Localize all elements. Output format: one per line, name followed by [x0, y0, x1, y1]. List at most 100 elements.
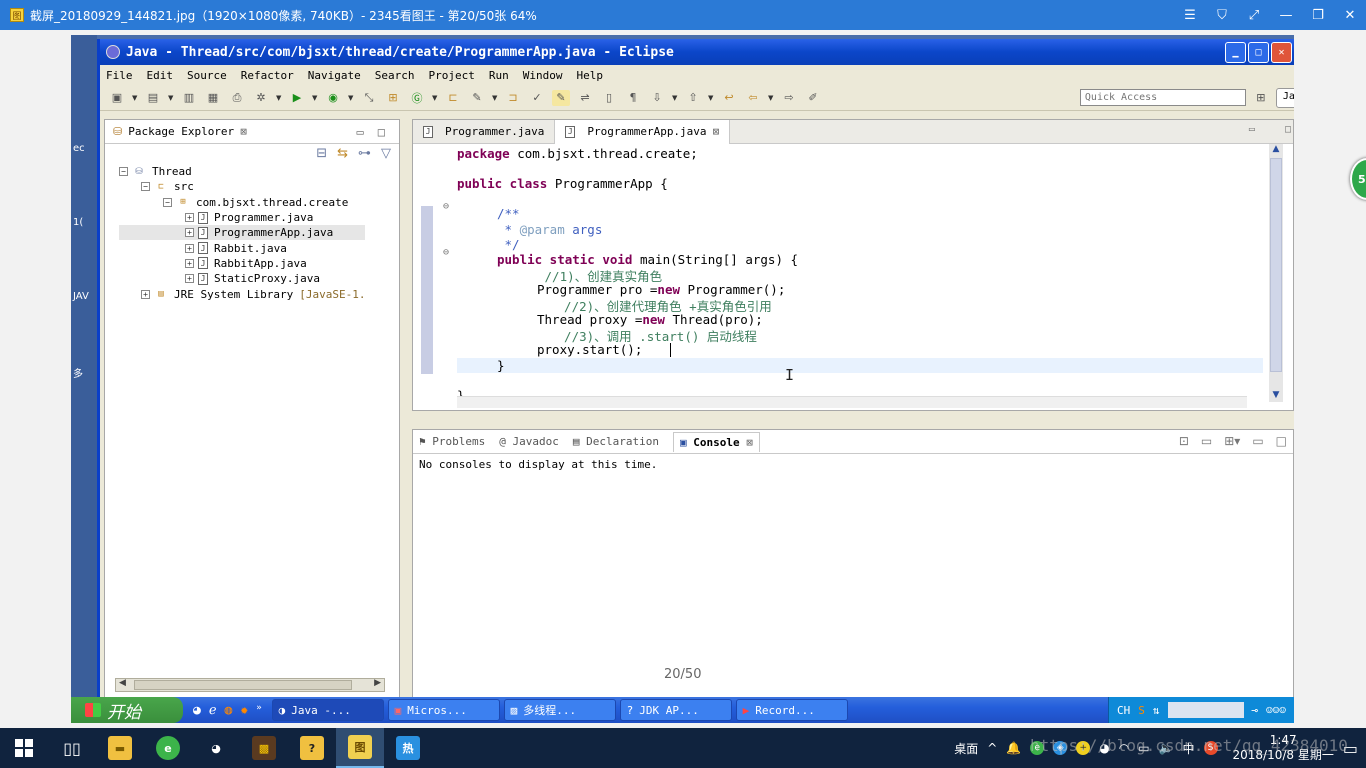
tab-programmer-java[interactable]: J Programmer.java [413, 120, 554, 144]
tray-apps-icon[interactable]: ☺☺☺ [1266, 704, 1286, 717]
notification-bell-icon[interactable]: 🔔 [1006, 741, 1021, 755]
show-whitespace-icon[interactable]: ¶ [624, 90, 642, 106]
desktop-toolbar[interactable]: 桌面 [954, 740, 978, 757]
tab-javadoc[interactable]: @ Javadoc [499, 435, 559, 448]
annotation-icon[interactable]: ✓ [528, 90, 546, 106]
ime-icon[interactable]: S [1138, 704, 1145, 717]
link-with-editor-icon[interactable]: ⇆ [337, 146, 348, 161]
menu-refactor[interactable]: Refactor [241, 69, 294, 82]
minimize-icon[interactable]: ▁ [1225, 41, 1246, 63]
maximize-icon[interactable]: □ [1248, 41, 1269, 63]
java-perspective-button[interactable]: Java [1275, 87, 1294, 108]
scroll-up-icon[interactable]: ▲ [1270, 144, 1282, 156]
menu-source[interactable]: Source [187, 69, 227, 82]
image-viewer-icon[interactable]: 图 [336, 728, 384, 768]
settings-icon[interactable]: ✹ [240, 703, 248, 718]
tree-item[interactable]: − ⊏ src [119, 179, 365, 194]
close-icon[interactable]: ✕ [1271, 41, 1292, 63]
pin-console-icon[interactable]: ⊡ [1179, 434, 1189, 448]
collapse-icon[interactable]: − [141, 182, 150, 192]
run-icon[interactable]: ▶ [288, 90, 306, 106]
task-java[interactable]: ◑ Java -... [271, 699, 384, 721]
tree-item[interactable]: + ▤ JRE System Library [JavaSE-1. [119, 286, 365, 301]
qq-icon[interactable]: ◕ [192, 728, 240, 768]
last-edit-icon[interactable]: ↩ [720, 90, 738, 106]
collapse-all-icon[interactable]: ⊟ [316, 146, 327, 161]
expand-icon[interactable]: + [185, 243, 194, 253]
expand-icon[interactable]: + [185, 228, 194, 238]
scroll-left-icon[interactable]: ◀ [119, 678, 126, 688]
package-explorer-tab[interactable]: ⛁ Package Explorer ⊠ [105, 120, 255, 144]
scrollbar-thumb[interactable] [1270, 158, 1282, 372]
horizontal-scrollbar[interactable]: ◀ ▶ [115, 678, 385, 692]
xp-start-button[interactable]: 开始 [71, 697, 183, 723]
ie-icon[interactable]: ℯ [209, 703, 217, 718]
expand-icon[interactable]: + [185, 274, 194, 284]
file-explorer-icon[interactable]: ▬ [96, 728, 144, 768]
tree-item[interactable]: + J ProgrammerApp.java [119, 225, 366, 241]
new-class-icon[interactable]: Ⓖ [408, 90, 426, 106]
volume-bar[interactable] [1167, 702, 1244, 718]
view-menu-filter-icon[interactable]: ⊶ [358, 146, 371, 161]
menu-window[interactable]: Window [523, 69, 563, 82]
open-folder-icon[interactable]: ⊐ [504, 90, 522, 106]
skip-breakpoints-icon[interactable]: ⤡ [360, 90, 378, 106]
close-tab-icon[interactable]: ⊠ [746, 436, 753, 449]
tab-problems[interactable]: ⚑ Problems [419, 435, 485, 448]
view-menu-icon[interactable]: ▽ [381, 146, 391, 161]
minimize-icon[interactable]: — [1270, 8, 1302, 23]
fullscreen-icon[interactable]: ⤢ [1238, 8, 1270, 23]
open-task-icon[interactable]: ✎ [468, 90, 486, 106]
new-icon[interactable]: ▣ [108, 90, 126, 106]
restore-icon[interactable]: ❐ [1302, 8, 1334, 23]
close-tab-icon[interactable]: ⊠ [713, 125, 720, 138]
editor-vertical-scrollbar[interactable]: ▲ ▼ [1269, 144, 1283, 402]
task-view-icon[interactable]: ▯▯ [48, 728, 96, 768]
menu-project[interactable]: Project [428, 69, 474, 82]
hotspot-app-icon[interactable]: 热 [384, 728, 432, 768]
task-multithread[interactable]: ▨ 多线程... [503, 699, 616, 721]
pin-editor-icon[interactable]: ✐ [804, 90, 822, 106]
editor-minmax-icons[interactable]: ▭ □ [1249, 124, 1291, 135]
open-perspective-icon[interactable]: ⊞ [1252, 90, 1270, 106]
tab-programmerapp-java[interactable]: J ProgrammerApp.java ⊠ [554, 119, 731, 144]
open-console-icon[interactable]: ⊞▾ [1224, 434, 1240, 448]
maximize-view-icon[interactable]: □ [1276, 434, 1287, 448]
close-icon[interactable]: ✕ [1334, 8, 1366, 23]
scroll-down-icon[interactable]: ▼ [1270, 390, 1282, 402]
tree-item[interactable]: + J RabbitApp.java [119, 256, 365, 271]
code-editor[interactable]: ⊖ ⊖ package com.bjsxt.thread.create; pub… [413, 144, 1265, 403]
maximize-view-icon[interactable]: □ [378, 125, 385, 139]
save-icon[interactable]: ▥ [180, 90, 198, 106]
close-tab-icon[interactable]: ⊠ [240, 125, 247, 138]
menu-help[interactable]: Help [576, 69, 603, 82]
help-app-icon[interactable]: ? [288, 728, 336, 768]
tree-item[interactable]: − ⊞ com.bjsxt.thread.create [119, 195, 365, 210]
expand-icon[interactable]: + [185, 213, 194, 223]
tray-icon[interactable]: ⇅ [1153, 704, 1160, 717]
firefox-icon[interactable]: ◍ [225, 703, 233, 718]
menu-search[interactable]: Search [375, 69, 415, 82]
fold-toggle-icon[interactable]: ⊖ [443, 247, 449, 258]
menu-file[interactable]: File [106, 69, 133, 82]
tree-item[interactable]: + J StaticProxy.java [119, 271, 365, 286]
quick-access-input[interactable] [1079, 89, 1246, 106]
display-console-icon[interactable]: ▭ [1201, 434, 1212, 448]
task-jdk-api[interactable]: ? JDK AP... [619, 699, 732, 721]
explorer-icon[interactable]: ◕ [193, 703, 201, 718]
tab-declaration[interactable]: ▤ Declaration [573, 435, 659, 448]
back-icon[interactable]: ⇦ [744, 90, 762, 106]
scroll-right-icon[interactable]: ▶ [374, 678, 381, 688]
editor-horizontal-scrollbar[interactable] [457, 396, 1247, 408]
show-hidden-icons-icon[interactable]: ^ [987, 741, 997, 755]
collapse-icon[interactable]: − [163, 197, 172, 207]
minimize-view-icon[interactable]: ▭ [1252, 434, 1263, 448]
more-icon[interactable]: » [256, 703, 261, 718]
new-java-package-icon[interactable]: ⊞ [384, 90, 402, 106]
mark-occurrences-icon[interactable]: ✎ [552, 89, 570, 106]
task-micros[interactable]: ▣ Micros... [387, 699, 500, 721]
collapse-icon[interactable]: − [119, 167, 128, 177]
forward-icon[interactable]: ⇨ [780, 90, 798, 106]
print-icon[interactable]: ⎙ [228, 90, 246, 106]
network-icon[interactable]: ⊸ [1252, 704, 1259, 717]
